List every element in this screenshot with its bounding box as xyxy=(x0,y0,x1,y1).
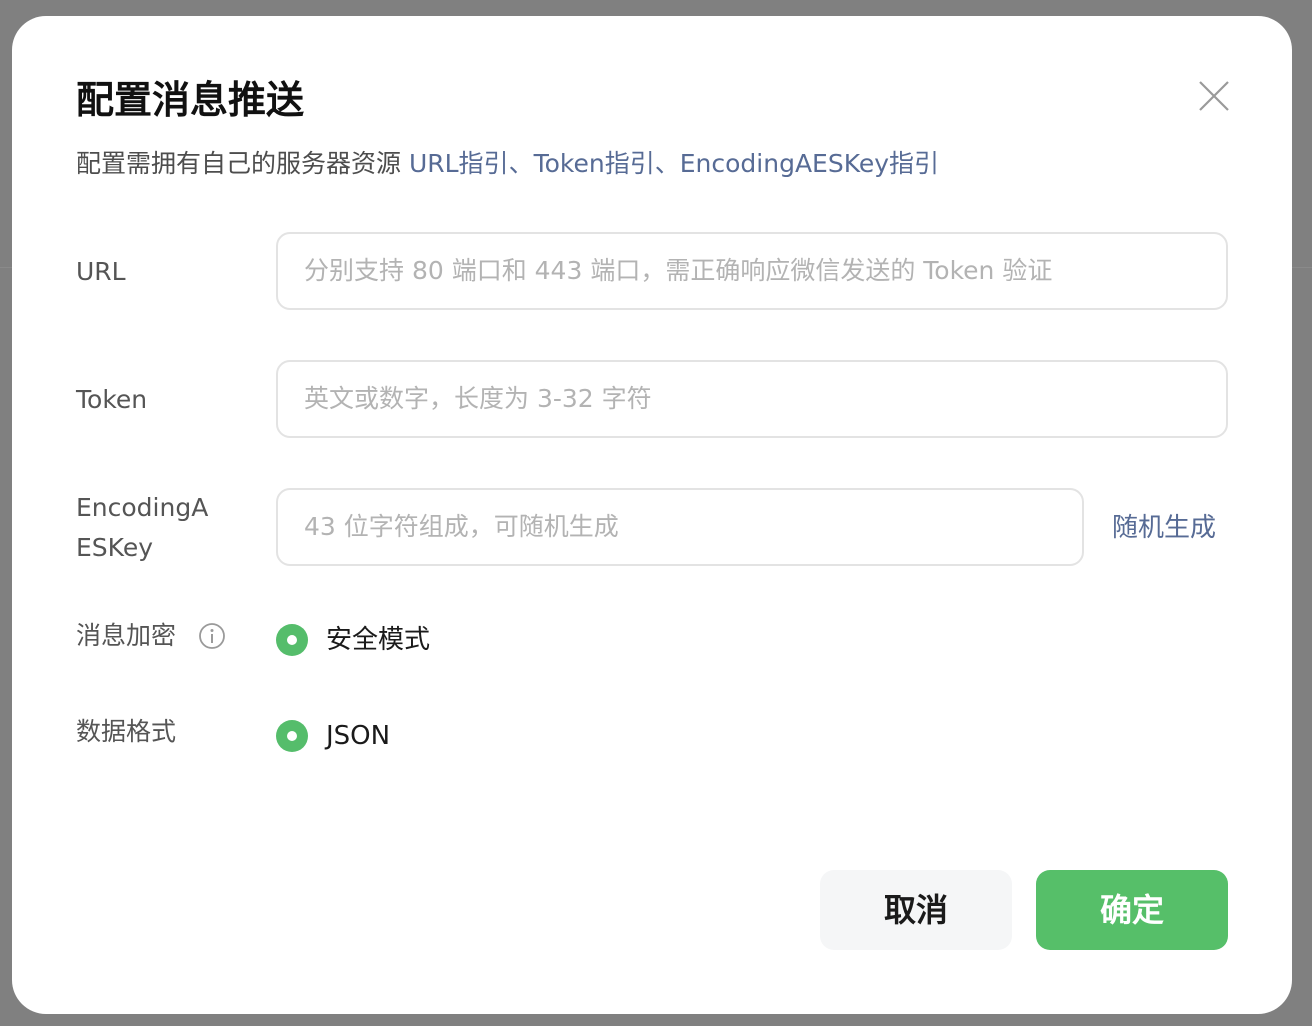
token-label: Token xyxy=(76,385,148,414)
link-separator: 、 xyxy=(654,149,680,178)
encryption-option-label: 安全模式 xyxy=(326,625,431,655)
description-text: 配置需拥有自己的服务器资源 xyxy=(76,149,409,178)
confirm-button[interactable]: 确定 xyxy=(1036,870,1228,950)
url-placeholder: 分别支持 80 端口和 443 端口，需正确响应微信发送的 Token 验证 xyxy=(304,256,1053,285)
url-label: URL xyxy=(76,257,126,286)
radio-selected-icon[interactable] xyxy=(276,624,308,656)
token-guide-link[interactable]: Token指引 xyxy=(534,149,655,178)
message-push-dialog: 配置消息推送 配置需拥有自己的服务器资源 URL指引、Token指引、Encod… xyxy=(12,16,1292,1014)
aeskey-placeholder: 43 位字符组成，可随机生成 xyxy=(304,512,619,541)
random-generate-link[interactable]: 随机生成 xyxy=(1112,506,1216,550)
aeskey-label-line1: EncodingA xyxy=(76,493,209,522)
dialog-description: 配置需拥有自己的服务器资源 URL指引、Token指引、EncodingAESK… xyxy=(76,146,939,182)
url-input[interactable]: 分别支持 80 端口和 443 端口，需正确响应微信发送的 Token 验证 xyxy=(276,232,1228,310)
token-input[interactable]: 英文或数字，长度为 3-32 字符 xyxy=(276,360,1228,438)
aeskey-guide-link[interactable]: EncodingAESKey指引 xyxy=(680,149,939,178)
token-placeholder: 英文或数字，长度为 3-32 字符 xyxy=(304,384,652,413)
close-icon[interactable] xyxy=(1196,78,1232,114)
dialog-title: 配置消息推送 xyxy=(76,78,305,122)
format-option-label: JSON xyxy=(326,721,391,751)
aeskey-input[interactable]: 43 位字符组成，可随机生成 xyxy=(276,488,1084,566)
cancel-button[interactable]: 取消 xyxy=(820,870,1012,950)
encryption-label: 消息加密 xyxy=(76,621,177,650)
info-icon[interactable] xyxy=(198,622,226,650)
format-label: 数据格式 xyxy=(76,717,177,746)
aeskey-label: EncodingA ESKey xyxy=(76,488,226,568)
url-guide-link[interactable]: URL指引 xyxy=(409,149,509,178)
aeskey-label-line2: ESKey xyxy=(76,533,153,562)
radio-selected-icon[interactable] xyxy=(276,720,308,752)
link-separator: 、 xyxy=(508,149,534,178)
